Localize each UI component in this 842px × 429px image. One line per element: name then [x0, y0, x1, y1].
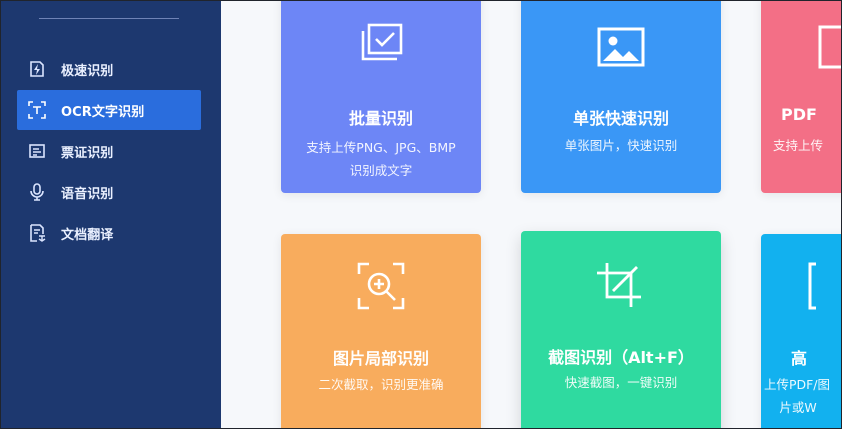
card-pdf[interactable]: PDF 支持上传	[761, 1, 841, 193]
card-desc: 上传PDF/图	[763, 377, 831, 392]
card-desc: 快速截图，一键识别	[564, 375, 678, 390]
app-window: 极速识别 OCR文字识别 票证识别 语音识别 文档翻译 批量识别 支持上传PNG…	[0, 0, 842, 429]
sidebar-item-doc-translate[interactable]: 文档翻译	[17, 213, 201, 253]
sidebar-item-label: 文档翻译	[61, 228, 114, 243]
batch-check-icon	[361, 23, 403, 61]
sidebar-item-label: 极速识别	[61, 64, 114, 79]
card-hd[interactable]: 高 上传PDF/图 片或W	[761, 234, 841, 428]
sidebar-item-ocr[interactable]: OCR文字识别	[17, 90, 201, 130]
card-partial-image-recognition[interactable]: 图片局部识别 二次截取，识别更准确	[281, 234, 481, 428]
zoom-scan-icon	[357, 262, 405, 310]
sidebar-nav: 极速识别 OCR文字识别 票证识别 语音识别 文档翻译	[17, 49, 201, 254]
sidebar-item-ticket[interactable]: 票证识别	[17, 131, 201, 171]
sidebar-item-fast-recognition[interactable]: 极速识别	[17, 49, 201, 89]
card-batch-recognition[interactable]: 批量识别 支持上传PNG、JPG、BMP 识别成文字	[281, 1, 481, 193]
card-title: 批量识别	[348, 109, 413, 128]
card-desc: 支持上传	[772, 138, 823, 153]
scan-bracket-icon	[808, 262, 816, 310]
lightning-doc-icon	[30, 61, 44, 77]
sidebar-divider	[39, 18, 179, 19]
card-title: 图片局部识别	[332, 349, 429, 368]
card-title: 截图识别（Alt+F）	[548, 348, 694, 367]
card-title: 单张快速识别	[572, 109, 669, 128]
text-scan-icon	[28, 101, 46, 119]
crop-icon	[597, 263, 641, 307]
card-single-fast-recognition[interactable]: 单张快速识别 单张图片，快速识别	[521, 1, 721, 193]
ticket-icon	[29, 144, 45, 158]
card-screenshot-recognition[interactable]: 截图识别（Alt+F） 快速截图，一键识别	[521, 231, 721, 428]
sidebar-item-label: 语音识别	[61, 187, 114, 202]
sidebar-item-voice[interactable]: 语音识别	[17, 172, 201, 212]
pdf-doc-icon	[818, 25, 841, 69]
card-desc-2: 识别成文字	[349, 163, 413, 178]
sidebar: 极速识别 OCR文字识别 票证识别 语音识别 文档翻译	[1, 1, 221, 428]
microphone-icon	[30, 183, 44, 201]
card-desc: 单张图片，快速识别	[564, 138, 678, 153]
card-title: 高	[790, 349, 807, 368]
card-desc: 支持上传PNG、JPG、BMP	[306, 140, 456, 155]
sidebar-item-label: 票证识别	[61, 146, 114, 161]
card-desc-2: 片或W	[779, 400, 817, 415]
sidebar-item-label: OCR文字识别	[61, 105, 145, 120]
feature-grid: 批量识别 支持上传PNG、JPG、BMP 识别成文字 单张快速识别 单张图片，快…	[221, 1, 841, 428]
card-desc: 二次截取，识别更准确	[318, 377, 444, 392]
image-icon	[597, 27, 645, 67]
doc-translate-icon	[30, 224, 46, 242]
card-title: PDF	[781, 105, 817, 124]
